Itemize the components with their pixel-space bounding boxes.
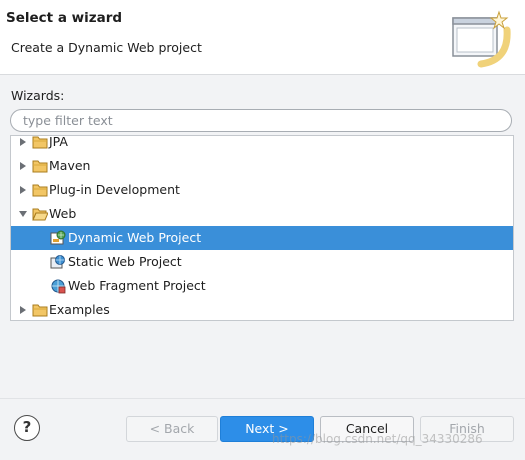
triangle-right-icon[interactable] (18, 137, 28, 147)
tree-item-label: Maven (49, 158, 91, 173)
footer-divider (0, 398, 525, 399)
tree-item-dynamic-web-project[interactable]: Dynamic Web Project (11, 226, 513, 250)
tree-item-label: Web (49, 206, 77, 221)
tree-item-label: Web Fragment Project (68, 278, 206, 293)
back-button[interactable]: < Back (126, 416, 218, 442)
tree-item-label: Static Web Project (68, 254, 182, 269)
triangle-right-icon[interactable] (18, 161, 28, 171)
tree-item-web[interactable]: Web (11, 202, 513, 226)
folder-open-icon (32, 208, 48, 221)
tree-item-jpa[interactable]: JPA (11, 135, 513, 154)
help-icon[interactable]: ? (14, 415, 40, 441)
triangle-right-icon[interactable] (18, 185, 28, 195)
watermark: https://blog.csdn.net/qq_34330286 (272, 432, 483, 446)
wizards-label: Wizards: (11, 88, 65, 103)
page-title: Select a wizard (6, 10, 123, 26)
triangle-down-icon[interactable] (18, 209, 28, 219)
folder-icon (32, 184, 48, 197)
wizard-banner-icon (452, 10, 511, 68)
tree-item-label: JPA (49, 135, 68, 149)
folder-icon (32, 304, 48, 317)
folder-icon (32, 136, 48, 149)
folder-icon (32, 160, 48, 173)
page-subtitle: Create a Dynamic Web project (11, 40, 202, 55)
wizard-tree[interactable]: JPA Maven Plug-in Development Web Dynami… (10, 135, 514, 321)
tree-item-web-fragment-project[interactable]: Web Fragment Project (11, 274, 513, 298)
tree-item-examples[interactable]: Examples (11, 298, 513, 320)
tree-item-maven[interactable]: Maven (11, 154, 513, 178)
web-project-icon (51, 279, 66, 294)
tree-item-static-web-project[interactable]: Static Web Project (11, 250, 513, 274)
triangle-right-icon[interactable] (18, 305, 28, 315)
web-project-icon (50, 230, 66, 245)
tree-item-plugin-development[interactable]: Plug-in Development (11, 178, 513, 202)
tree-item-label: Plug-in Development (49, 182, 180, 197)
web-project-icon (50, 255, 65, 269)
filter-input[interactable] (10, 109, 512, 132)
tree-item-label: Examples (49, 302, 110, 317)
wizard-header: Select a wizard Create a Dynamic Web pro… (0, 0, 525, 75)
tree-item-label: Dynamic Web Project (68, 230, 202, 245)
